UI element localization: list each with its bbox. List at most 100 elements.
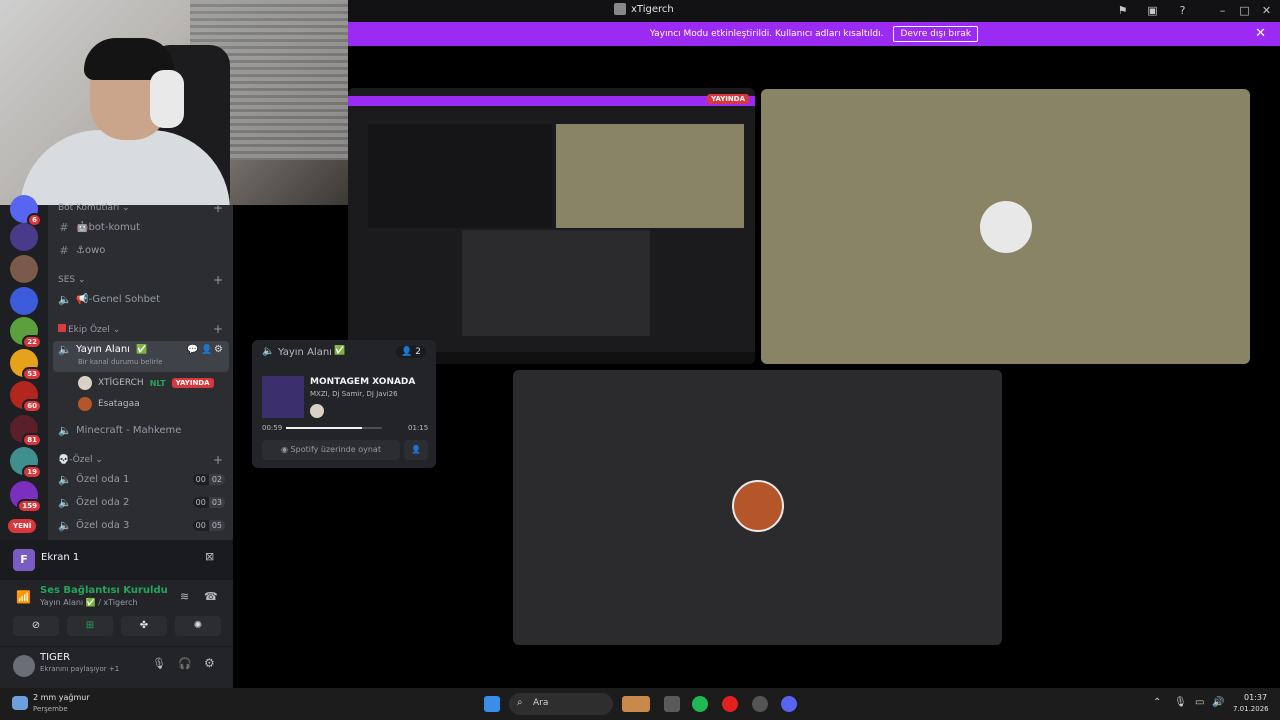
text-channel-icon: # xyxy=(59,221,69,234)
server-icon[interactable]: 60 xyxy=(10,381,42,413)
start-icon[interactable] xyxy=(484,696,500,712)
headset xyxy=(150,70,184,128)
maximize-icon[interactable]: □ xyxy=(1238,4,1251,17)
tray-expand-icon[interactable]: ⌃ xyxy=(1153,697,1161,708)
noise-suppression-icon[interactable]: ≋ xyxy=(180,590,189,603)
chat-icon[interactable]: 💬 xyxy=(187,345,198,355)
server-icon[interactable]: 6 xyxy=(10,195,42,227)
speaker-icon: 🔈 xyxy=(58,519,72,532)
listen-along-button[interactable]: 👤 xyxy=(404,440,428,460)
user-settings-icon[interactable]: ⚙ xyxy=(204,656,215,670)
add-channel-icon[interactable]: + xyxy=(213,201,223,215)
disable-streamer-mode-button[interactable]: Devre dışı bırak xyxy=(893,26,979,42)
channel-ozel-oda-3[interactable]: 🔈 Özel oda 3 xyxy=(58,519,129,532)
server-icon[interactable] xyxy=(10,255,38,283)
disconnect-icon[interactable]: ☎ xyxy=(204,590,218,603)
add-channel-icon[interactable]: + xyxy=(213,322,223,336)
voice-status[interactable]: Ses Bağlantısı Kuruldu xyxy=(40,585,168,596)
soundboard-button[interactable]: ✺ xyxy=(175,616,221,636)
track-title: MONTAGEM XONADA xyxy=(310,377,416,387)
category-ekip[interactable]: Ekip Özel ⌄ xyxy=(58,324,120,335)
voice-user[interactable]: XTİGERCH NLT YAYINDA xyxy=(78,376,214,390)
channel-genel-sohbet[interactable]: 🔈 📢-Genel Sohbet xyxy=(58,293,160,306)
nested-stream xyxy=(556,124,744,228)
discord-icon[interactable] xyxy=(781,696,797,712)
help-icon[interactable]: ? xyxy=(1176,4,1189,17)
close-window-icon[interactable]: ✕ xyxy=(1260,4,1273,17)
tray-volume-icon[interactable]: 🔊 xyxy=(1212,697,1224,708)
server-list: 6 22 53 60 81 19 159 YENİ xyxy=(0,195,48,540)
headphones-icon[interactable]: 🎧 xyxy=(178,657,192,670)
stream-tile-tiger[interactable] xyxy=(761,89,1250,364)
nested-banner xyxy=(348,96,755,106)
task-view-icon[interactable] xyxy=(664,696,680,712)
voice-user[interactable]: Esatagaa xyxy=(78,397,140,411)
close-banner-icon[interactable]: ✕ xyxy=(1255,26,1266,41)
invite-icon[interactable]: 👤 xyxy=(201,345,212,355)
channel-bot-komut[interactable]: # 🤖bot-komut xyxy=(58,221,140,234)
server-badge: 159 xyxy=(17,499,42,513)
add-channel-icon[interactable]: + xyxy=(213,453,223,467)
channel-ozel-oda-2[interactable]: 🔈 Özel oda 2 xyxy=(58,496,129,509)
user-panel: F Ekran 1 ⊠ 📶 Ses Bağlantısı Kuruldu Yay… xyxy=(0,540,233,688)
widget-icon[interactable] xyxy=(622,696,650,712)
avatar xyxy=(78,376,92,390)
spotify-icon[interactable] xyxy=(692,696,708,712)
clock-time[interactable]: 01:37 xyxy=(1244,693,1267,702)
weather-temp[interactable]: 2 mm yağmur xyxy=(33,693,90,702)
live-badge: YAYINDA xyxy=(707,94,749,104)
minimize-icon[interactable]: – xyxy=(1216,4,1229,17)
album-art xyxy=(262,376,304,418)
server-icon[interactable]: 159 xyxy=(10,481,42,513)
channel-yayin-alani-label[interactable]: 🔈 Yayın Alanı ✅ xyxy=(58,343,147,356)
opera-icon[interactable] xyxy=(722,696,738,712)
category-bot[interactable]: Bot Komutları ⌄ xyxy=(58,203,130,213)
steam-icon[interactable] xyxy=(752,696,768,712)
share-screen-button[interactable]: ⊞ xyxy=(67,616,113,636)
channel-status-hint[interactable]: Bir kanal durumu belirle xyxy=(78,358,162,366)
channel-minecraft[interactable]: 🔈 Minecraft - Mahkeme xyxy=(58,424,181,437)
server-badge: 22 xyxy=(22,335,42,349)
user-name[interactable]: TIGER xyxy=(40,652,70,663)
screen-label: Ekran 1 xyxy=(41,552,80,563)
download-icon[interactable]: ▣ xyxy=(1146,4,1159,17)
activities-button[interactable]: ✤ xyxy=(121,616,167,636)
tray-mic-icon[interactable]: 🎙 xyxy=(1174,697,1187,708)
new-badge: YENİ xyxy=(8,519,37,533)
voice-channel[interactable]: Yayın Alanı ✅ / xTigerch xyxy=(40,598,138,607)
speaker-icon: 🔈 xyxy=(58,343,72,356)
user-avatar[interactable] xyxy=(13,655,35,677)
user-limit: 00 03 xyxy=(192,497,225,508)
server-icon[interactable] xyxy=(10,287,38,315)
server-icon[interactable]: 22 xyxy=(10,317,42,349)
stop-share-icon[interactable]: ⊠ xyxy=(205,550,214,563)
nested-stream xyxy=(462,230,650,336)
user-limit: 00 05 xyxy=(192,520,225,531)
listener-avatar xyxy=(310,404,324,418)
weather-icon[interactable] xyxy=(12,696,28,710)
stream-tile-esatagaa[interactable] xyxy=(513,370,1002,645)
server-badge: 60 xyxy=(22,399,42,413)
microphone-icon[interactable]: 🎙 xyxy=(152,657,166,670)
add-channel-icon[interactable]: + xyxy=(213,273,223,287)
inbox-icon[interactable]: ⚑ xyxy=(1116,4,1129,17)
camera-off-button[interactable]: ⊘ xyxy=(13,616,59,636)
spotify-play-button[interactable]: ◉ Spotify üzerinde oynat xyxy=(262,440,400,460)
server-icon[interactable]: 81 xyxy=(10,415,42,447)
channel-owo[interactable]: # ⚓owo xyxy=(58,244,105,257)
settings-icon[interactable]: ⚙ xyxy=(214,344,223,355)
stream-tile-screen[interactable]: YAYINDA xyxy=(348,88,755,364)
server-icon[interactable] xyxy=(10,223,38,251)
category-ses[interactable]: SES ⌄ xyxy=(58,275,86,285)
clock-date[interactable]: 7.01.2026 xyxy=(1233,705,1269,713)
search-icon: ⌕ xyxy=(517,697,523,708)
tray-display-icon[interactable]: ▭ xyxy=(1195,697,1204,708)
banner-text: Yayıncı Modu etkinleştirildi. Kullanıcı … xyxy=(649,29,884,39)
search-box[interactable]: ⌕ Ara xyxy=(509,693,613,715)
category-ozel[interactable]: 💀-Özel ⌄ xyxy=(58,455,103,465)
popup-channel-name: Yayın Alanı xyxy=(278,347,332,358)
screen-initial: F xyxy=(13,549,35,571)
track-artists: MXZI, Dj Samir, DJ Javi26 xyxy=(310,390,398,398)
server-icon[interactable]: 53 xyxy=(10,349,42,381)
server-icon[interactable]: 19 xyxy=(10,447,42,479)
